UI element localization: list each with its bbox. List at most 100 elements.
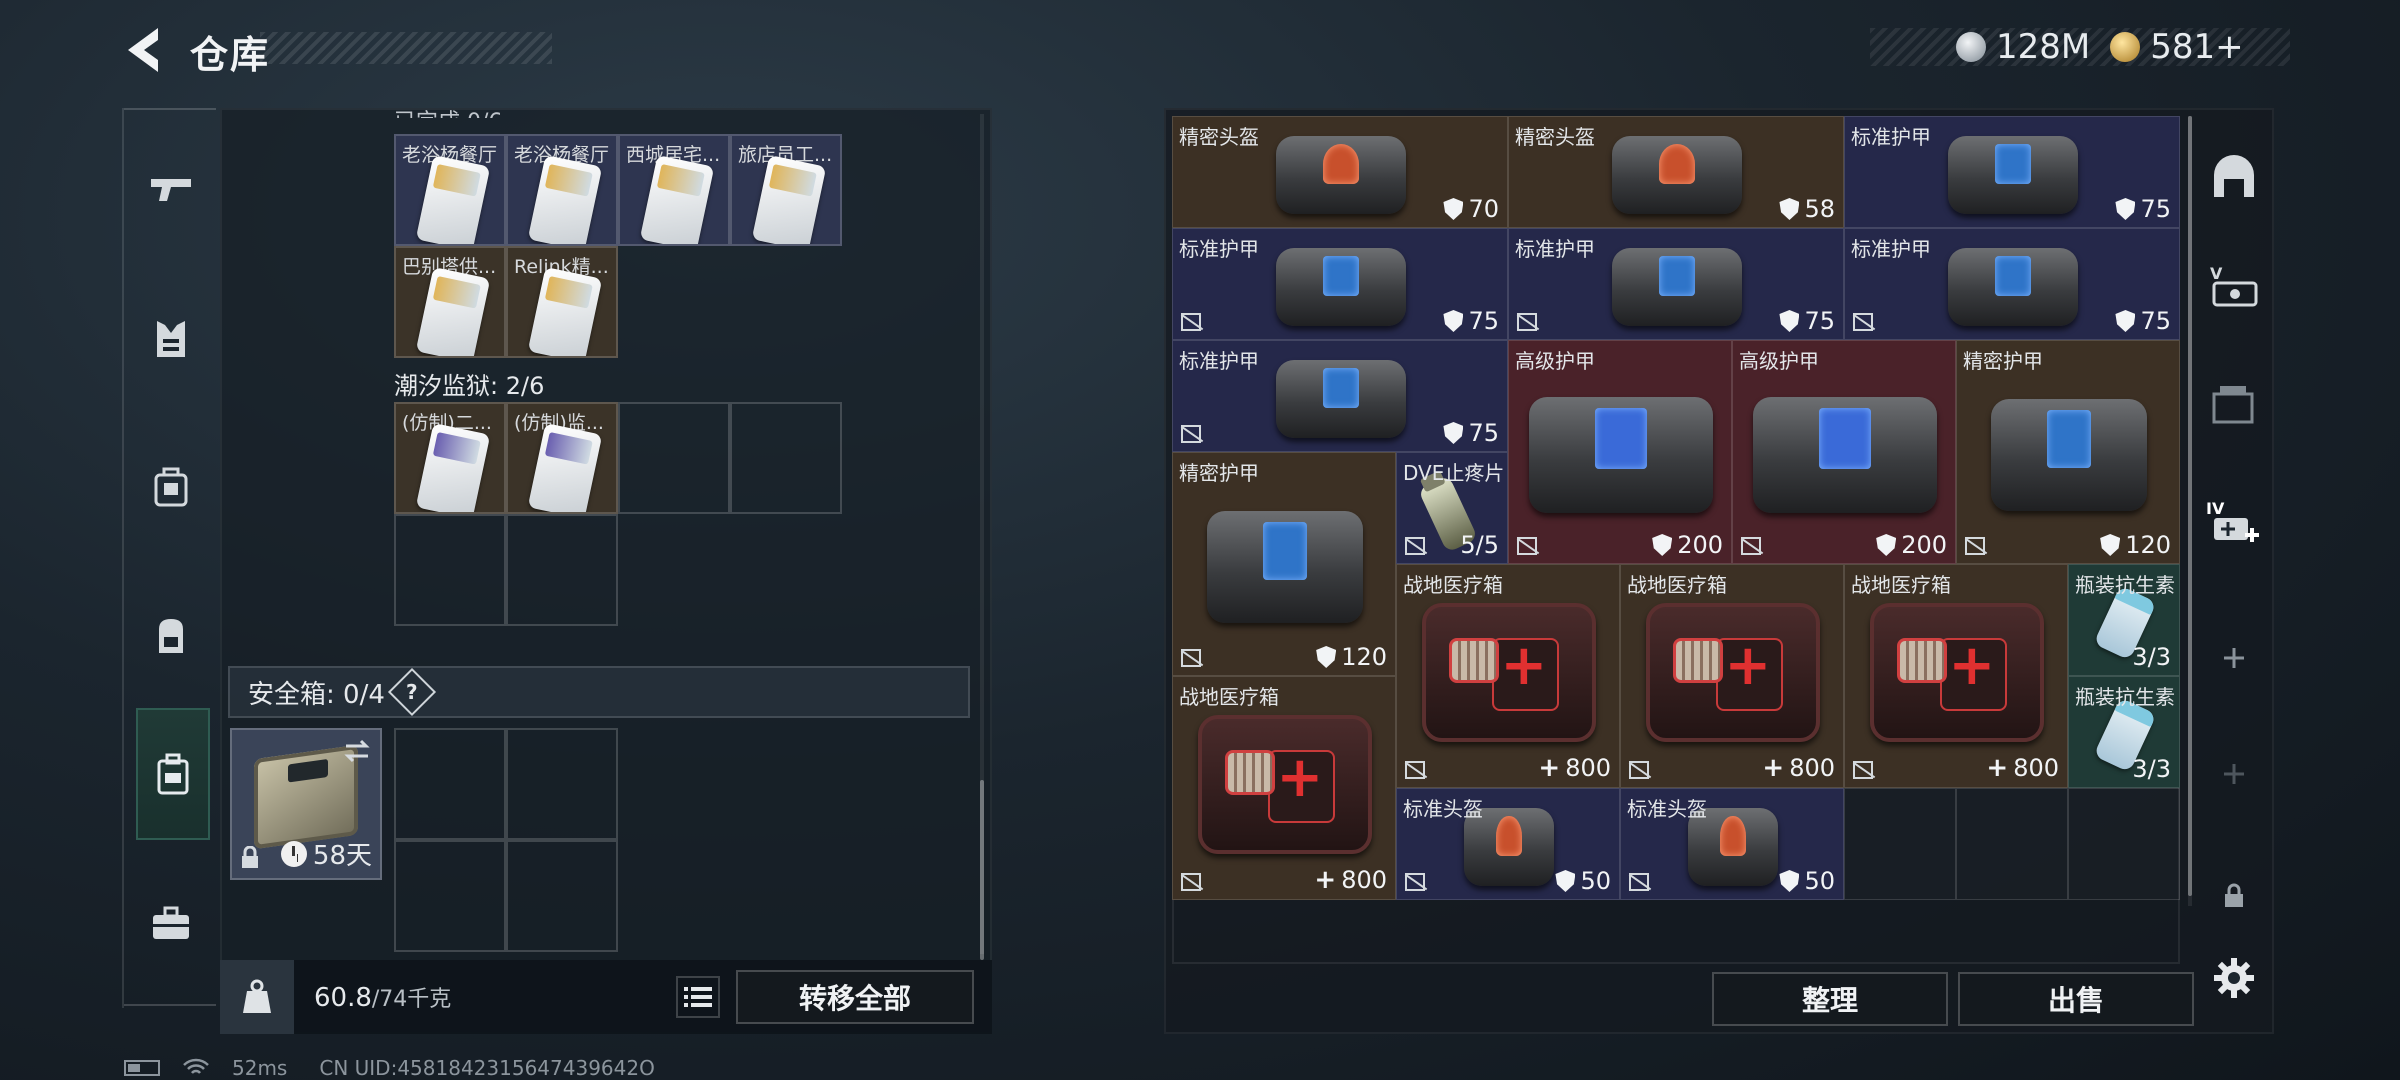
help-icon[interactable]: ? <box>387 667 436 717</box>
battery-icon <box>124 1060 160 1076</box>
item-stat: +800 <box>1314 865 1387 895</box>
inventory-item[interactable]: 标准护甲 75 <box>1844 116 2180 228</box>
locked-slot <box>2196 858 2272 934</box>
safe-box-duration: 58天 <box>280 835 372 872</box>
nav-armor-bag[interactable] <box>138 454 204 520</box>
item-name: 战地医疗箱 <box>1627 573 1727 597</box>
empty-slot[interactable] <box>506 840 618 952</box>
inventory-item[interactable]: 战地医疗箱 +800 <box>1844 564 2068 788</box>
item-name: 精密护甲 <box>1963 349 2043 373</box>
empty-slot[interactable] <box>506 728 618 840</box>
key-card-icon <box>527 154 603 244</box>
left-scrollbar[interactable] <box>980 780 984 960</box>
no-insure-icon <box>1629 873 1649 891</box>
inventory-item[interactable]: 精密护甲 120 <box>1956 340 2180 564</box>
helmet-icon <box>1612 135 1742 215</box>
key-card-slot[interactable]: 老浴杨餐厅 <box>506 134 618 246</box>
inventory-item[interactable]: 标准护甲 75 <box>1508 228 1844 340</box>
inventory-item[interactable]: 战地医疗箱 +800 <box>1620 564 1844 788</box>
empty-slot[interactable] <box>618 402 730 514</box>
key-card-slot[interactable]: (仿制)监... <box>506 402 618 514</box>
inventory-item[interactable]: 战地医疗箱 +800 <box>1396 564 1620 788</box>
empty-slot[interactable] <box>394 840 506 952</box>
nav-helmet-tab[interactable] <box>2196 138 2272 214</box>
gun-icon <box>151 179 191 201</box>
no-insure-icon <box>1181 649 1201 667</box>
empty-slot[interactable] <box>2068 788 2180 900</box>
nav-toolbox[interactable] <box>138 890 204 956</box>
key-card-slot[interactable]: 老浴杨餐厅 <box>394 134 506 246</box>
nav-divider <box>124 1004 216 1006</box>
nav-backpack[interactable] <box>138 602 204 668</box>
empty-slot[interactable] <box>394 514 506 626</box>
empty-slot[interactable] <box>1844 788 1956 900</box>
item-stat: 75 <box>2115 195 2171 223</box>
empty-slot[interactable] <box>1956 788 2068 900</box>
empty-slot[interactable] <box>394 728 506 840</box>
sell-button[interactable]: 出售 <box>1958 972 2194 1026</box>
list-view-button[interactable] <box>676 976 720 1018</box>
gun-case-icon: V <box>2210 264 2258 307</box>
key-card-icon <box>639 154 715 244</box>
no-insure-icon <box>1965 537 1985 555</box>
item-name: 精密头盔 <box>1179 125 1259 149</box>
right-scrollbar[interactable] <box>2188 116 2192 896</box>
nav-medical-expand[interactable]: IV <box>2196 484 2272 560</box>
gold-amount: 581+ <box>2150 27 2244 67</box>
nav-vest[interactable] <box>138 306 204 372</box>
inventory-item[interactable]: 标准护甲 75 <box>1172 228 1508 340</box>
nav-ammo-box[interactable] <box>2196 366 2272 442</box>
inventory-item[interactable]: 高级护甲 200 <box>1508 340 1732 564</box>
swap-icon[interactable] <box>342 738 372 764</box>
no-insure-icon <box>1853 761 1873 779</box>
inventory-item[interactable]: 精密头盔 70 <box>1172 116 1508 228</box>
durability-shield-icon <box>1443 310 1464 332</box>
section-header-cut: 已完成 0/6 <box>394 104 502 118</box>
durability-shield-icon <box>2100 534 2121 556</box>
durability-shield-icon <box>2115 198 2136 220</box>
key-card-slot[interactable]: Relink精... <box>506 246 618 358</box>
first-aid-kit-icon <box>1421 603 1597 742</box>
inventory-item[interactable]: 瓶装抗生素 3/3 <box>2068 676 2180 788</box>
add-slot-button[interactable] <box>2196 620 2272 696</box>
key-card-slot[interactable]: 旅店员工... <box>730 134 842 246</box>
inventory-item[interactable]: 标准护甲 75 <box>1844 228 2180 340</box>
settings-button[interactable] <box>2196 940 2272 1016</box>
item-stat: +800 <box>1986 753 2059 783</box>
inventory-item[interactable]: 标准护甲 75 <box>1172 340 1508 452</box>
body-armor-icon <box>1612 247 1742 327</box>
item-stat: 120 <box>2100 531 2171 559</box>
key-card-icon <box>751 154 827 244</box>
inventory-item[interactable]: 瓶装抗生素 3/3 <box>2068 564 2180 676</box>
inventory-item[interactable]: 标准头盔 50 <box>1620 788 1844 900</box>
silver-currency[interactable]: 128M <box>1956 27 2090 67</box>
durability-shield-icon <box>1555 870 1576 892</box>
body-armor-icon <box>1948 135 2078 215</box>
body-armor-icon <box>1753 396 1937 514</box>
key-card-slot[interactable]: (仿制)二... <box>394 402 506 514</box>
inventory-item[interactable]: 精密头盔 58 <box>1508 116 1844 228</box>
inventory-item[interactable]: 精密护甲 120 <box>1172 452 1396 676</box>
empty-slot[interactable] <box>730 402 842 514</box>
page-title: 仓库 <box>190 33 271 77</box>
inventory-item[interactable]: 标准头盔 50 <box>1396 788 1620 900</box>
item-name: 标准护甲 <box>1179 237 1259 261</box>
key-card-slot[interactable]: 巴别塔供... <box>394 246 506 358</box>
body-armor-icon <box>1276 359 1406 439</box>
safe-box-item[interactable]: 58天 <box>230 728 382 880</box>
inventory-item[interactable]: 战地医疗箱 +800 <box>1172 676 1396 900</box>
key-card-slot[interactable]: 西城居宅... <box>618 134 730 246</box>
sort-button[interactable]: 整理 <box>1712 972 1948 1026</box>
nav-safe-box[interactable] <box>136 708 210 840</box>
armor-bag-icon <box>154 467 188 507</box>
item-name: 战地医疗箱 <box>1403 573 1503 597</box>
back-button[interactable] <box>118 22 174 78</box>
inventory-item[interactable]: DVE止疼片 5/5 <box>1396 452 1508 564</box>
nav-weapons[interactable] <box>138 158 204 224</box>
transfer-all-button[interactable]: 转移全部 <box>736 970 974 1024</box>
inventory-item[interactable]: 高级护甲 200 <box>1732 340 1956 564</box>
empty-slot[interactable] <box>506 514 618 626</box>
gold-currency[interactable]: 581+ <box>2110 27 2244 67</box>
key-card-icon <box>527 422 603 512</box>
nav-gun-case[interactable]: V <box>2196 248 2272 324</box>
